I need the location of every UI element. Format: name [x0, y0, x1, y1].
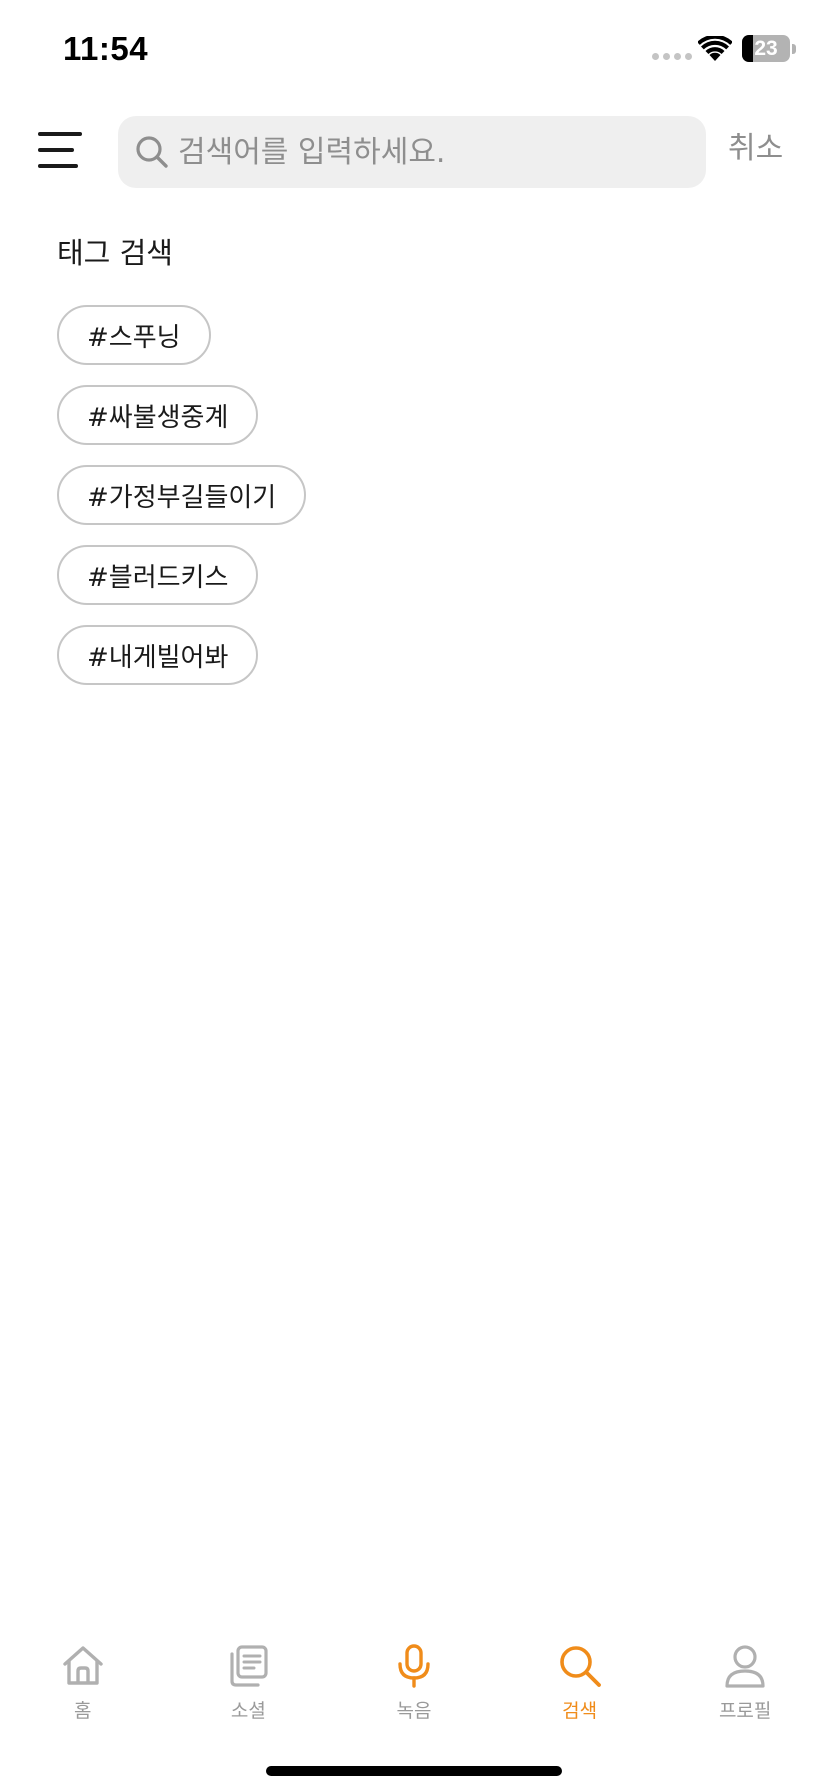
- wifi-icon: [698, 36, 732, 61]
- hamburger-menu-icon[interactable]: [38, 132, 82, 170]
- tab-social[interactable]: 소셜: [166, 1630, 332, 1740]
- battery-level: 23: [754, 37, 778, 60]
- tab-label: 프로필: [718, 1700, 772, 1722]
- tab-label: 홈: [74, 1700, 92, 1722]
- tab-record[interactable]: 녹음: [331, 1630, 497, 1740]
- tag-chip[interactable]: #블러드키스: [57, 545, 259, 605]
- tag-chip[interactable]: #스푸닝: [57, 305, 211, 365]
- tab-label: 녹음: [396, 1700, 432, 1722]
- magnifier-icon: [136, 136, 168, 168]
- tab-home[interactable]: 홈: [0, 1630, 166, 1740]
- search-input[interactable]: [178, 116, 688, 188]
- tag-chip[interactable]: #가정부길들이기: [57, 465, 307, 525]
- search-icon: [559, 1646, 601, 1687]
- social-icon: [230, 1645, 268, 1687]
- tag-chip[interactable]: #싸불생중계: [57, 385, 259, 445]
- tag-list: #스푸닝 #싸불생중계 #가정부길들이기 #블러드키스 #내게빌어봐: [57, 305, 307, 685]
- tag-section-title: 태그 검색: [57, 236, 173, 270]
- tab-label: 소셜: [230, 1700, 266, 1722]
- search-bar: [118, 116, 706, 188]
- home-icon: [63, 1646, 103, 1685]
- status-time: 11:54: [63, 30, 149, 67]
- profile-icon: [725, 1645, 765, 1688]
- battery-icon: 23: [742, 35, 790, 62]
- status-bar: 11:54 23: [0, 0, 828, 100]
- cellular-signal-icon: [652, 53, 692, 60]
- cancel-button[interactable]: 취소: [728, 127, 783, 171]
- tag-chip[interactable]: #내게빌어봐: [57, 625, 259, 685]
- microphone-icon: [398, 1644, 430, 1688]
- tab-bar: 홈 소셜 녹음 검색 프로필: [0, 1630, 828, 1740]
- tab-label: 검색: [562, 1700, 598, 1722]
- tab-profile[interactable]: 프로필: [662, 1630, 828, 1740]
- tab-search[interactable]: 검색: [497, 1630, 663, 1740]
- home-indicator: [266, 1766, 562, 1776]
